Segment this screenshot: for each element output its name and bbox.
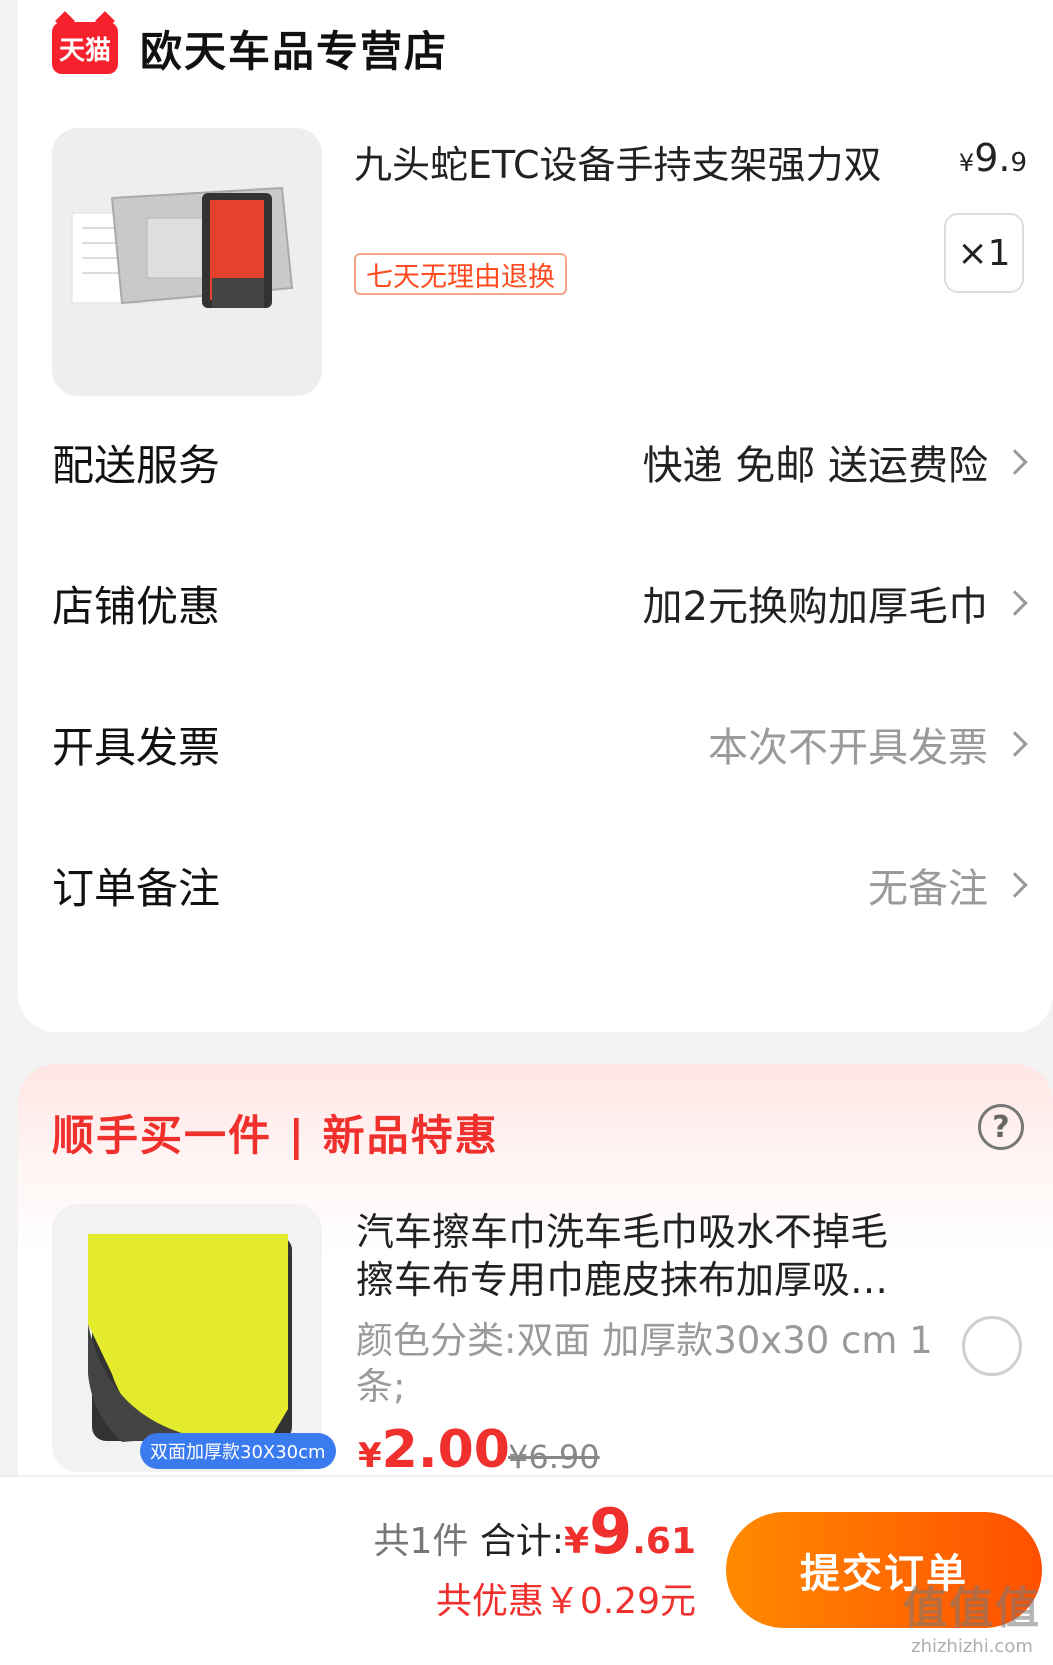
- total-label: 合计:: [468, 1521, 565, 1562]
- discount-text: 共优惠￥0.29元: [435, 1581, 696, 1622]
- help-icon[interactable]: ?: [978, 1104, 1024, 1150]
- towel-image[interactable]: [52, 1204, 322, 1472]
- product-price: ¥9.9: [958, 136, 1027, 180]
- chevron-right-icon: [1002, 731, 1028, 757]
- towel-price: ¥2.00: [358, 1420, 510, 1476]
- chevron-right-icon: [1002, 590, 1028, 616]
- row-value: 本次不开具发票: [708, 725, 988, 771]
- item-count: 共1件: [373, 1521, 469, 1562]
- store-header[interactable]: 天猫 欧天车品专营店: [52, 18, 448, 78]
- towel-spec-badge: 双面加厚款30X30cm: [140, 1433, 336, 1469]
- towel-title[interactable]: 汽车擦车巾洗车毛巾吸水不掉毛擦车布专用巾鹿皮抹布加厚吸…: [356, 1208, 916, 1304]
- product-title[interactable]: 九头蛇ETC设备手持支架强力双: [354, 134, 882, 189]
- product-image[interactable]: [52, 128, 322, 396]
- promo-title: 顺手买一件 | 新品特惠: [52, 1111, 499, 1160]
- row-label: 开具发票: [52, 722, 221, 772]
- chevron-right-icon: [1002, 872, 1028, 898]
- row-store-discount[interactable]: 店铺优惠 加2元换购加厚毛巾: [52, 573, 1028, 633]
- row-value: 无备注: [868, 866, 988, 912]
- row-value: 加2元换购加厚毛巾: [642, 584, 988, 630]
- order-summary: 共1件 合计:¥9.61 共优惠￥0.29元: [374, 1495, 696, 1624]
- row-label: 店铺优惠: [52, 581, 221, 631]
- towel-spec: 颜色分类:双面 加厚款30x30 cm 1条;: [356, 1319, 933, 1408]
- store-name[interactable]: 欧天车品专营店: [140, 18, 448, 79]
- quantity-stepper[interactable]: ×1: [944, 213, 1024, 293]
- chevron-right-icon: [1002, 449, 1028, 475]
- towel-original-price: ¥6.90: [508, 1438, 600, 1476]
- add-item-radio[interactable]: [962, 1316, 1022, 1376]
- row-delivery-service[interactable]: 配送服务 快递 免邮 送运费险: [52, 432, 1028, 492]
- total-amount: ¥9.61: [564, 1495, 696, 1568]
- watermark: 值值值 zhizhizhi.com: [903, 1583, 1041, 1657]
- return-policy-tag: 七天无理由退换: [354, 253, 567, 295]
- row-label: 订单备注: [52, 863, 221, 913]
- row-order-note[interactable]: 订单备注 无备注: [52, 855, 1028, 915]
- row-invoice[interactable]: 开具发票 本次不开具发票: [52, 714, 1028, 774]
- row-label: 配送服务: [52, 440, 221, 490]
- tmall-logo: 天猫: [52, 22, 118, 74]
- row-value: 快递 免邮 送运费险: [642, 443, 988, 489]
